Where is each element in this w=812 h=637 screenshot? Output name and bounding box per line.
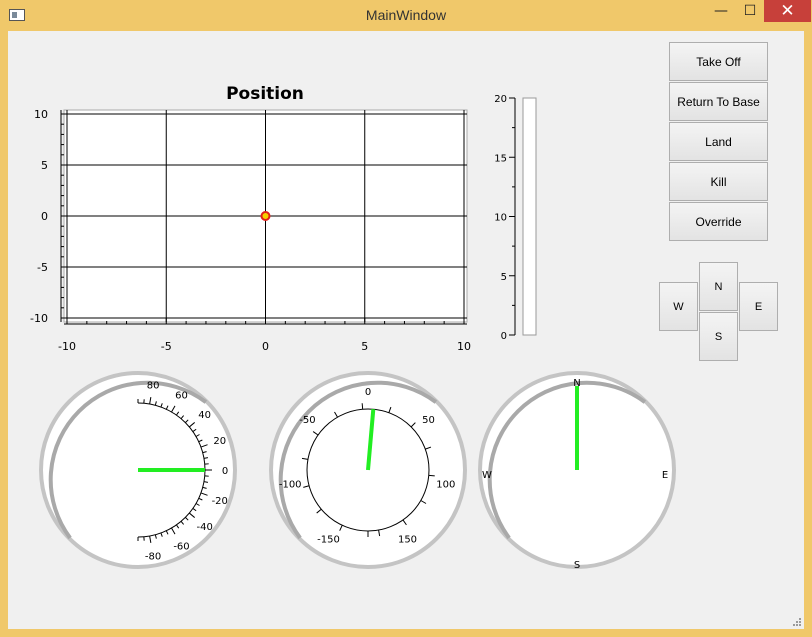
y-tick-label: 5 (41, 159, 48, 172)
y-tick-label: 10 (34, 108, 48, 121)
y-tick-label: 0 (41, 210, 48, 223)
level-tick-label: 10 (494, 213, 507, 224)
north-button[interactable]: N (699, 262, 738, 311)
y-tick-label: -10 (30, 312, 48, 325)
maximize-button[interactable]: ☐ (736, 0, 764, 22)
level-tick-label: 5 (501, 272, 507, 283)
land-button[interactable]: Land (669, 122, 768, 161)
y-tick-label: -5 (37, 261, 48, 274)
altitude-level-bar: 20 15 10 5 0 (494, 94, 537, 342)
close-button[interactable]: ✕ (764, 0, 811, 22)
level-tick-label: 0 (501, 331, 507, 342)
main-client-area: Position 10 5 0 -5 -10 -10 -5 0 5 10 20 15 10 5 0 Tak… (8, 31, 804, 629)
level-tick-label: 15 (494, 153, 507, 164)
west-button[interactable]: W (659, 282, 698, 331)
x-tick-label: -5 (161, 340, 172, 353)
title-bar: MainWindow — ☐ ✕ (0, 0, 812, 30)
x-tick-label: 0 (262, 340, 269, 353)
x-tick-label: -10 (58, 340, 76, 353)
position-marker (260, 211, 271, 221)
return-to-base-button[interactable]: Return To Base (669, 82, 768, 121)
level-bar-track (522, 97, 537, 336)
level-tick-label: 20 (494, 94, 507, 105)
south-button[interactable]: S (699, 312, 738, 361)
take-off-button[interactable]: Take Off (669, 42, 768, 81)
minimize-button[interactable]: — (706, 0, 736, 22)
x-tick-label: 5 (361, 340, 368, 353)
resize-grip-icon[interactable] (791, 616, 801, 626)
x-tick-label: 10 (457, 340, 471, 353)
kill-button[interactable]: Kill (669, 162, 768, 201)
window-title: MainWindow (365, 7, 447, 23)
east-button[interactable]: E (739, 282, 778, 331)
position-plot: 10 5 0 -5 -10 -10 -5 0 5 10 (30, 108, 471, 353)
position-chart-title: Position (226, 84, 304, 104)
override-button[interactable]: Override (669, 202, 768, 241)
